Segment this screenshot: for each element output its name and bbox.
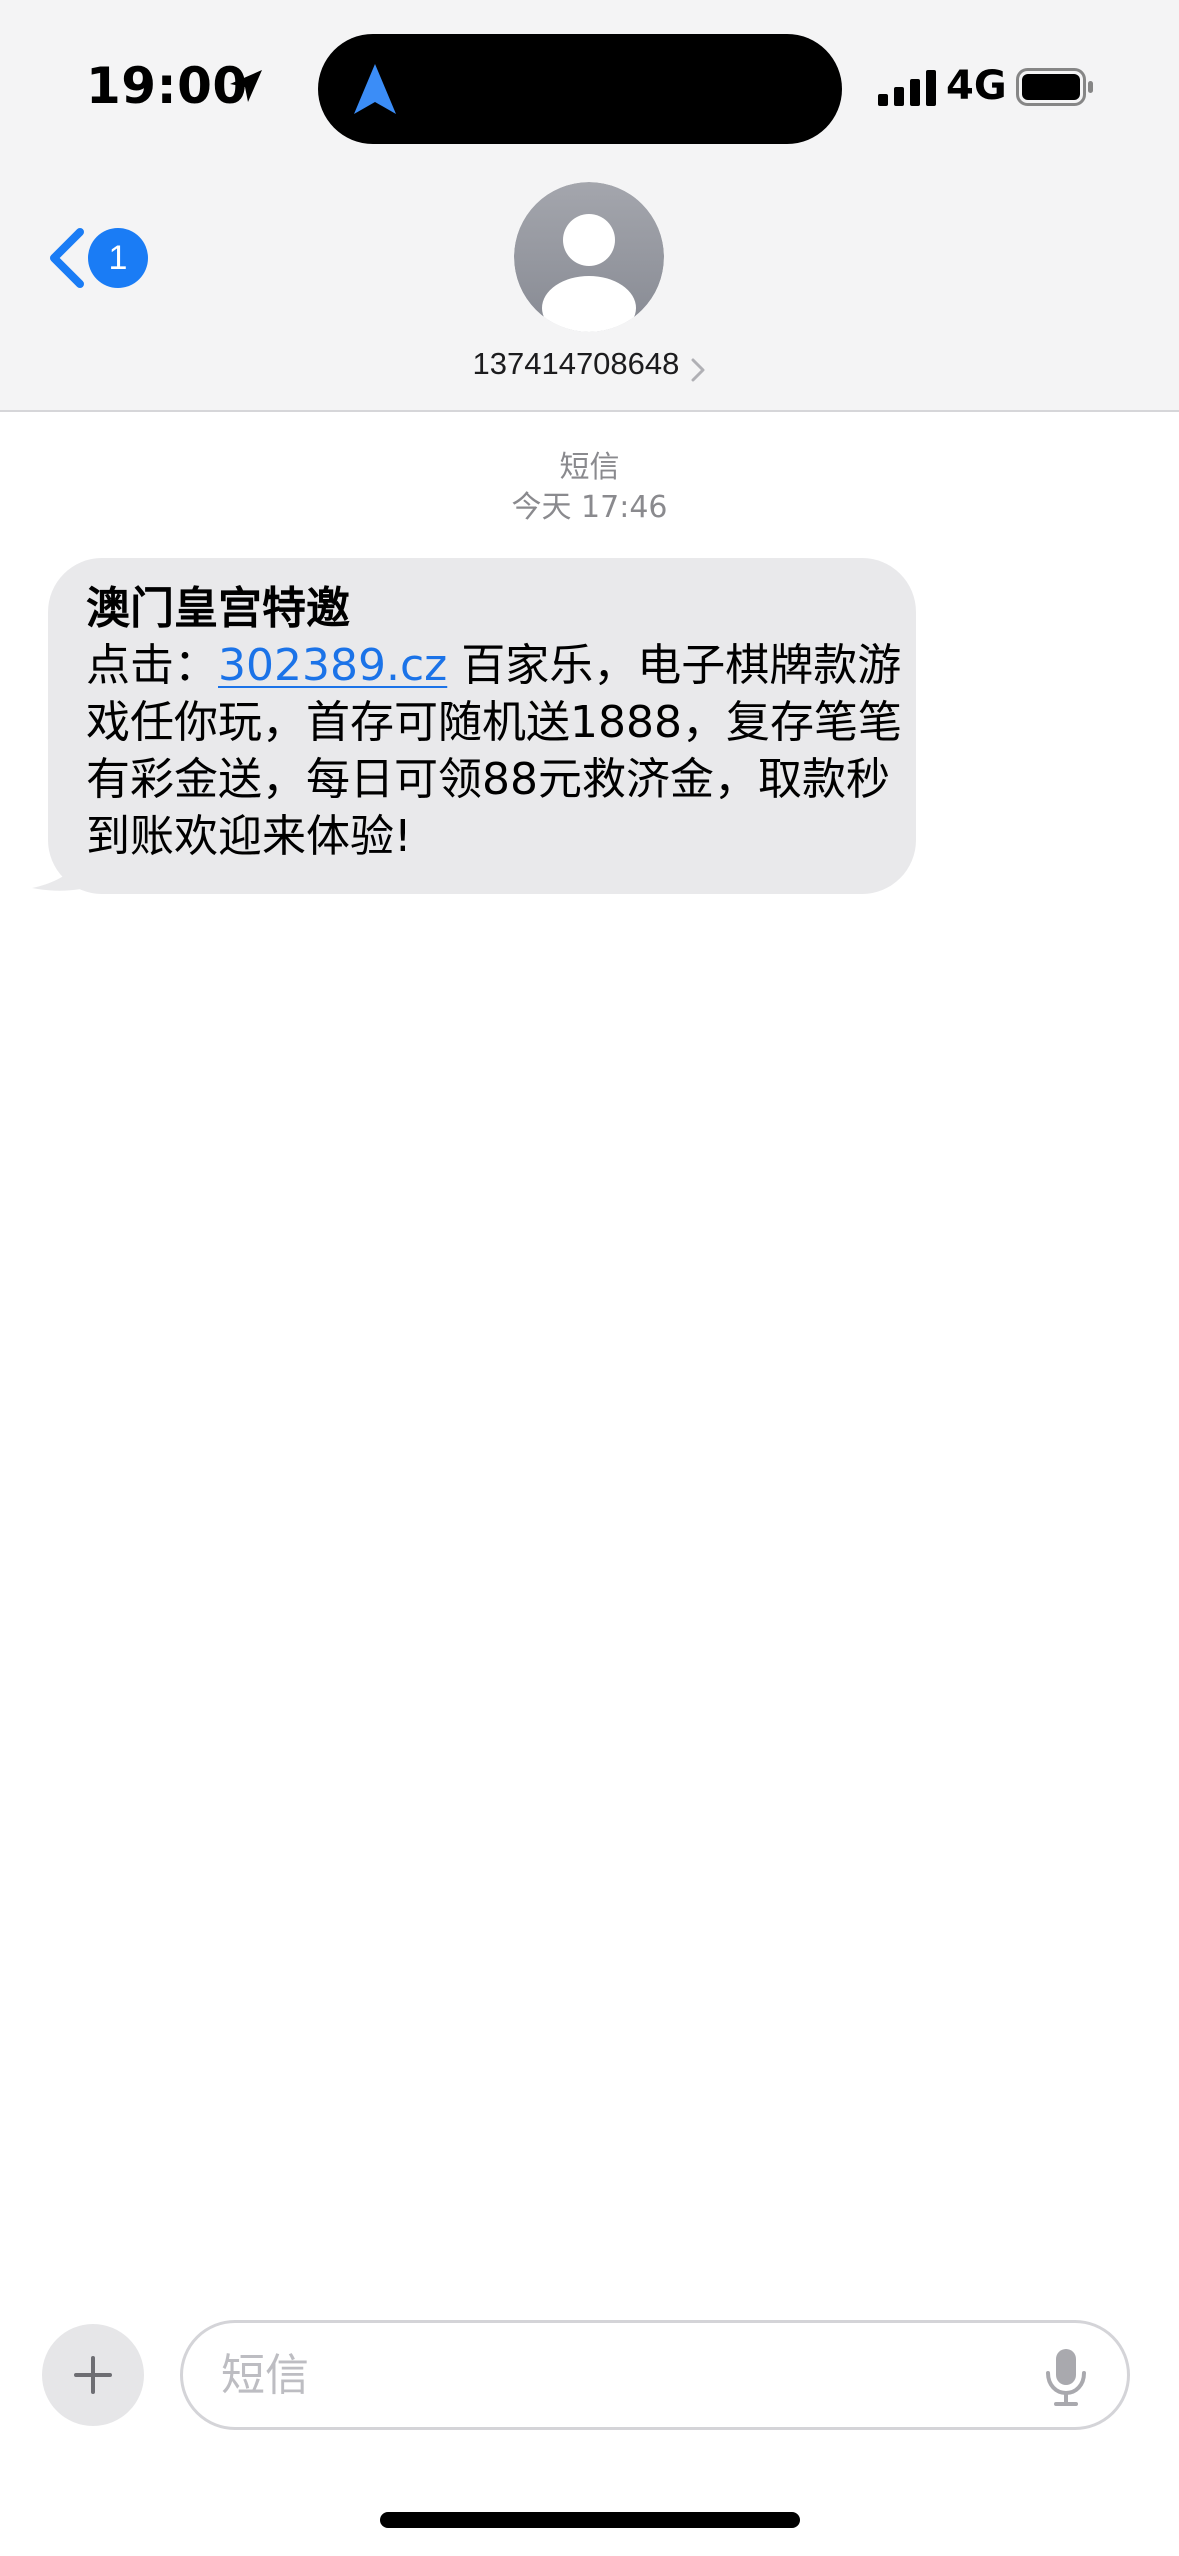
message-title: 澳门皇宫特邀 [86, 583, 350, 634]
microphone-icon[interactable] [1041, 2347, 1091, 2407]
message-body: 点击：302389.cz 百家乐，电子棋牌款游戏任你玩，首存可随机送1888，复… [86, 637, 906, 865]
message-link[interactable]: 302389.cz [218, 640, 447, 691]
message-timestamp: 今天 17:46 [511, 490, 668, 525]
conversation-header: 19:00 4G 1 137414708648 [0, 0, 1179, 412]
dynamic-island[interactable] [318, 34, 842, 144]
service-label: 短信 [559, 450, 620, 485]
contact-avatar[interactable] [514, 182, 664, 332]
status-time: 19:00 [86, 57, 248, 115]
navigation-arrow-icon [354, 64, 396, 114]
chevron-left-icon [50, 228, 84, 288]
unread-count-badge: 1 [88, 228, 148, 288]
messages-screen: 19:00 4G 1 137414708648 短信 今天 17:46 澳门皇宫… [0, 0, 1179, 2556]
message-prefix: 点击： [86, 640, 218, 691]
add-attachment-button[interactable] [42, 2324, 144, 2426]
contact-name: 137414708648 [472, 346, 680, 381]
person-icon [514, 182, 664, 332]
contact-name-button[interactable]: 137414708648 [0, 340, 1179, 388]
message-text: 澳门皇宫特邀 点击：302389.cz 百家乐，电子棋牌款游戏任你玩，首存可随机… [86, 580, 906, 865]
chevron-right-icon [691, 358, 705, 381]
conversation-meta: 短信 今天 17:46 [0, 448, 1179, 528]
plus-icon [74, 2356, 112, 2394]
back-button[interactable]: 1 [46, 220, 156, 300]
battery-icon [1016, 68, 1093, 106]
home-indicator[interactable] [380, 2512, 800, 2528]
cellular-signal-icon [878, 70, 936, 106]
location-arrow-icon [230, 70, 262, 102]
message-input-field[interactable] [180, 2320, 1130, 2430]
incoming-message[interactable]: 澳门皇宫特邀 点击：302389.cz 百家乐，电子棋牌款游戏任你玩，首存可随机… [32, 558, 916, 894]
network-type-label: 4G [946, 63, 1007, 109]
message-input[interactable] [221, 2341, 1001, 2409]
